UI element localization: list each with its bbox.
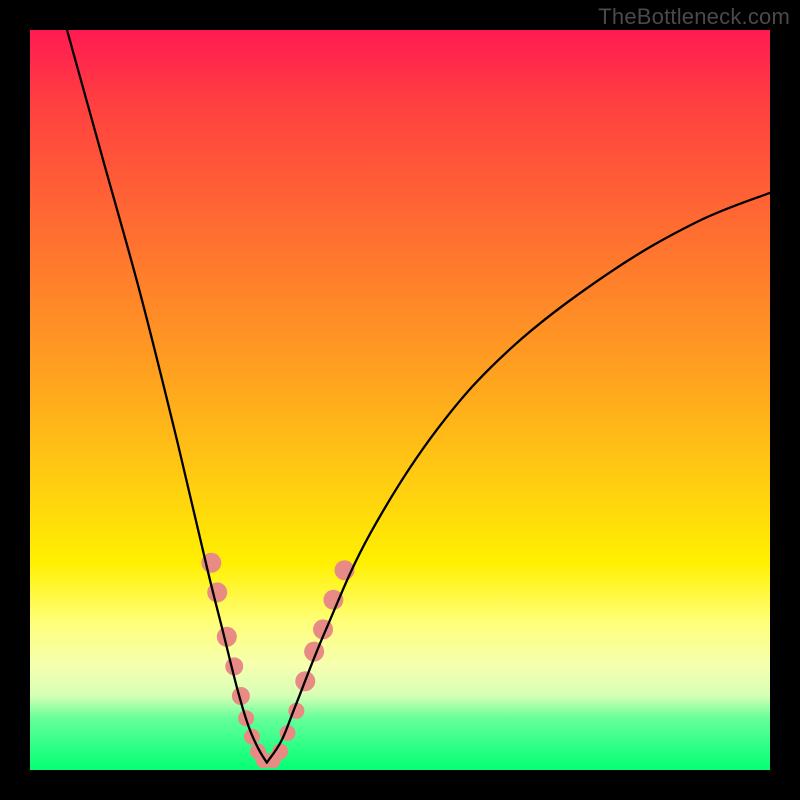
chart-frame: TheBottleneck.com bbox=[0, 0, 800, 800]
curve-right-branch bbox=[267, 193, 770, 763]
chart-svg bbox=[30, 30, 770, 770]
plot-area bbox=[30, 30, 770, 770]
attribution-text: TheBottleneck.com bbox=[598, 4, 790, 30]
bead-markers bbox=[201, 553, 354, 769]
curve-left-branch bbox=[67, 30, 267, 763]
